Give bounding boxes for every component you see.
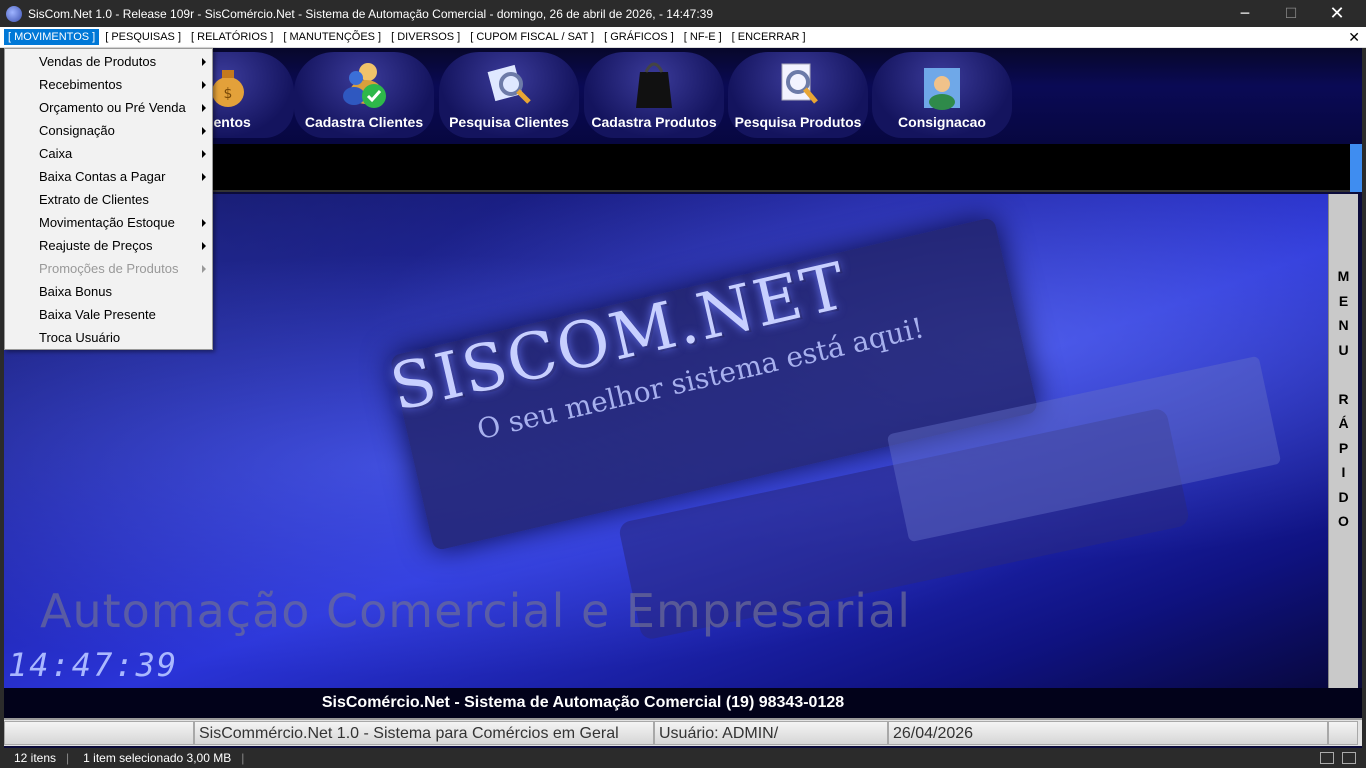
menu-item-label: Baixa Contas a Pagar [39, 169, 166, 184]
menu-item-label: Consignação [39, 123, 115, 138]
status-panel-empty [4, 721, 194, 745]
menu-item-label: Reajuste de Preços [39, 238, 153, 253]
submenu-arrow-icon [202, 265, 206, 273]
menu-item-recebimentos[interactable]: Recebimentos [5, 73, 212, 96]
quick-menu-letter: O [1338, 513, 1349, 529]
search-document-icon [781, 63, 818, 104]
menu-movimentos[interactable]: [ MOVIMENTOS ] [4, 29, 100, 45]
submenu-arrow-icon [202, 127, 206, 135]
menu-diversos[interactable]: [ DIVERSOS ] [387, 29, 464, 45]
submenu-arrow-icon [202, 219, 206, 227]
quick-menu-letter: I [1341, 464, 1346, 480]
menu-item-label: Recebimentos [39, 77, 123, 92]
menu-item-label: Baixa Bonus [39, 284, 112, 299]
menu-item-vendas-de-produtos[interactable]: Vendas de Produtos [5, 50, 212, 73]
menu-pesquisas[interactable]: [ PESQUISAS ] [101, 29, 185, 45]
menu-item-caixa[interactable]: Caixa [5, 142, 212, 165]
window-titlebar: SisCom.Net 1.0 - Release 109r - SisComér… [0, 0, 1366, 27]
menu-graficos[interactable]: [ GRÁFICOS ] [600, 29, 678, 45]
menu-item-baixa-contas-a-pagar[interactable]: Baixa Contas a Pagar [5, 165, 212, 188]
quick-menu-letter: Á [1338, 415, 1349, 431]
menu-item-label: Caixa [39, 146, 73, 161]
explorer-selection-info: 1 item selecionado 3,00 MB [83, 751, 232, 765]
minimize-button[interactable]: ─ [1222, 0, 1268, 27]
menu-item-label: Troca Usuário [39, 330, 121, 345]
toolbar-pesquisa-clientes-button[interactable]: Pesquisa Clientes [439, 52, 579, 138]
quick-menu-letter: U [1338, 341, 1349, 358]
submenu-arrow-icon [202, 150, 206, 158]
menu-item-orcamento[interactable]: Orçamento ou Pré Venda [5, 96, 212, 119]
submenu-arrow-icon [202, 242, 206, 250]
toolbar-cadastra-clientes-button[interactable]: Cadastra Clientes [294, 52, 434, 138]
menu-item-baixa-vale-presente[interactable]: Baixa Vale Presente [5, 303, 212, 326]
menu-item-movimentacao-estoque[interactable]: Movimentação Estoque [5, 211, 212, 234]
status-bar: SisCommércio.Net 1.0 - Sistema para Comé… [4, 718, 1362, 746]
footer-banner: SisComércio.Net - Sistema de Automação C… [4, 688, 1362, 718]
separator: | [66, 751, 70, 765]
toolbar-button-label: Consignacao [898, 114, 986, 130]
menu-item-label: Vendas de Produtos [39, 54, 157, 69]
menu-nfe[interactable]: [ NF-E ] [680, 29, 726, 45]
status-panel-system: SisCommércio.Net 1.0 - Sistema para Comé… [194, 721, 654, 745]
menu-bar: [ MOVIMENTOS ] [ PESQUISAS ] [ RELATÓRIO… [0, 27, 1366, 48]
menu-encerrar[interactable]: [ ENCERRAR ] [728, 29, 810, 45]
toolbar-button-label: Cadastra Produtos [591, 114, 717, 130]
status-panel-date: 26/04/2026 [888, 721, 1328, 745]
menu-item-label: Promoções de Produtos [39, 261, 179, 276]
quick-menu-letter: D [1338, 488, 1349, 505]
menu-cupom-fiscal[interactable]: [ CUPOM FISCAL / SAT ] [466, 29, 598, 45]
toolbar-button-label: Cadastra Clientes [304, 114, 424, 130]
submenu-arrow-icon [202, 104, 206, 112]
app-icon [6, 5, 22, 22]
status-panel-user: Usuário: ADMIN/ [654, 721, 888, 745]
shopping-bag-icon [636, 62, 672, 108]
quick-menu-panel[interactable]: M E N U R Á P I D O [1328, 194, 1358, 688]
scrollbar[interactable] [1350, 144, 1362, 192]
submenu-arrow-icon [202, 81, 206, 89]
separator: | [241, 751, 245, 765]
menu-item-label: Extrato de Clientes [39, 192, 149, 207]
menu-item-label: Baixa Vale Presente [39, 307, 156, 322]
explorer-item-count: 12 itens [14, 751, 57, 765]
digital-clock: 14:47:39 [8, 646, 179, 684]
toolbar-pesquisa-produtos-button[interactable]: Pesquisa Produtos [728, 52, 868, 138]
user-folder-icon [924, 68, 960, 110]
menu-manutencoes[interactable]: [ MANUTENÇÕES ] [279, 29, 385, 45]
menu-item-consignacao[interactable]: Consignação [5, 119, 212, 142]
svg-text:$: $ [224, 86, 233, 102]
window-title: SisCom.Net 1.0 - Release 109r - SisComér… [28, 6, 713, 21]
menu-item-baixa-bonus[interactable]: Baixa Bonus [5, 280, 212, 303]
menu-item-label: Orçamento ou Pré Venda [39, 100, 186, 115]
toolbar-consignacao-button[interactable]: Consignacao [872, 52, 1012, 138]
menu-item-label: Movimentação Estoque [39, 215, 175, 230]
details-view-icon[interactable] [1320, 752, 1334, 764]
status-panel-extra [1328, 721, 1358, 745]
quick-menu-letter: N [1338, 317, 1349, 333]
menu-item-extrato-de-clientes[interactable]: Extrato de Clientes [5, 188, 212, 211]
toolbar-button-label: Pesquisa Produtos [734, 114, 862, 130]
menu-relatorios[interactable]: [ RELATÓRIOS ] [187, 29, 277, 45]
users-check-icon [343, 63, 386, 108]
close-button[interactable]: ✕ [1314, 0, 1360, 27]
watermark-text: Automação Comercial e Empresarial [40, 584, 911, 638]
toolbar-cadastra-produtos-button[interactable]: Cadastra Produtos [584, 52, 724, 138]
quick-menu-letter: E [1338, 292, 1349, 309]
explorer-status-bar: 12 itens | 1 item selecionado 3,00 MB | [0, 748, 1366, 768]
quick-menu-letter: R [1338, 390, 1349, 407]
search-document-icon [487, 64, 531, 104]
menu-item-promocoes-de-produtos: Promoções de Produtos [5, 257, 212, 280]
submenu-arrow-icon [202, 58, 206, 66]
movimentos-dropdown-menu: Vendas de Produtos Recebimentos Orçament… [4, 48, 213, 350]
quick-menu-letter: P [1338, 439, 1349, 456]
quick-menu-letter: M [1337, 268, 1350, 284]
maximize-button[interactable]: ☐ [1268, 0, 1314, 27]
tiles-view-icon[interactable] [1342, 752, 1356, 764]
toolbar-button-label: Pesquisa Clientes [449, 114, 569, 130]
menu-item-reajuste-de-precos[interactable]: Reajuste de Preços [5, 234, 212, 257]
menu-item-troca-usuario[interactable]: Troca Usuário [5, 326, 212, 349]
menubar-close-icon[interactable]: ✕ [1348, 29, 1360, 46]
submenu-arrow-icon [202, 173, 206, 181]
